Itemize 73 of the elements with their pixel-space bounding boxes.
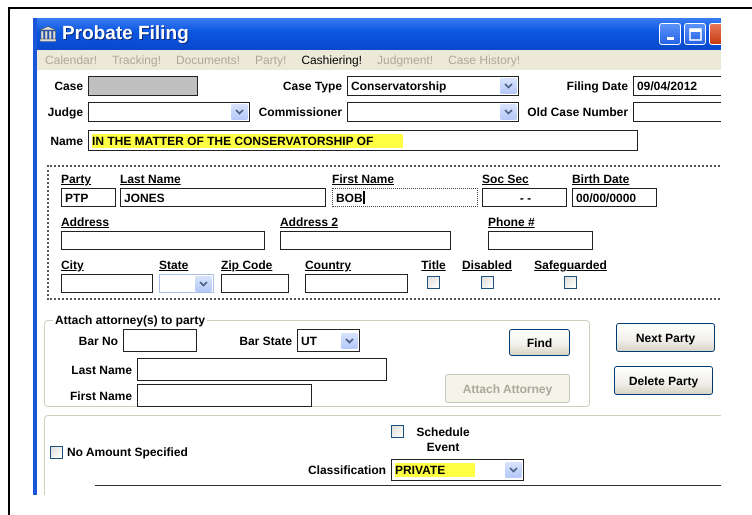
checkbox[interactable]	[50, 446, 63, 458]
text-field[interactable]	[280, 231, 451, 250]
field-label: Filing Date	[566, 79, 629, 93]
checkbox[interactable]	[427, 276, 440, 289]
text-field[interactable]	[137, 384, 312, 407]
column-label: Birth Date	[572, 172, 630, 186]
field-label: Classification	[306, 463, 387, 477]
text-field[interactable]: 09/04/2012	[633, 76, 721, 96]
text-field[interactable]: IN THE MATTER OF THE CONSERVATORSHIP OF	[88, 130, 638, 151]
text-field[interactable]	[61, 274, 153, 293]
text-field[interactable]	[137, 358, 387, 381]
dropdown[interactable]: UT	[297, 329, 360, 352]
dropdown[interactable]: PRIVATE	[391, 459, 524, 481]
column-label: Address	[61, 215, 110, 229]
checkbox-label: No Amount Specified	[67, 445, 188, 459]
field-label: Judge	[46, 105, 84, 119]
maximize-icon	[688, 28, 702, 40]
text-field[interactable]	[488, 231, 593, 250]
chevron-down-icon	[235, 109, 244, 115]
column-label: Safeguarded	[534, 258, 607, 272]
column-label: Phone #	[488, 215, 535, 229]
text-field[interactable]: - -	[482, 188, 567, 207]
dropdown[interactable]	[88, 102, 250, 122]
dropdown[interactable]: Conservatorship	[347, 76, 519, 96]
chevron-down-icon	[509, 467, 518, 473]
column-label: Disabled	[462, 258, 512, 272]
chevron-down-icon	[504, 83, 513, 89]
column-label: City	[61, 258, 84, 272]
maximize-button[interactable]	[684, 23, 706, 45]
text-field[interactable]: BOB	[332, 188, 478, 207]
minimize-button[interactable]	[659, 23, 681, 45]
text-field[interactable]: JONES	[120, 188, 326, 207]
field-label: Commissioner	[258, 105, 343, 119]
minimize-icon	[666, 36, 674, 40]
party-button[interactable]: Next Party	[616, 323, 715, 352]
field-label: Last Name	[70, 362, 133, 376]
pillars-icon	[39, 26, 57, 42]
text-field[interactable]	[221, 274, 289, 293]
field-label: Bar No	[78, 334, 119, 348]
text-field[interactable]: PTP	[61, 188, 116, 207]
column-label: Country	[305, 258, 351, 272]
text-field[interactable]	[61, 231, 265, 250]
column-label: State	[159, 258, 188, 272]
column-label: First Name	[332, 172, 394, 186]
column-label: Soc Sec	[482, 172, 529, 186]
window-title: Probate Filing	[62, 23, 189, 45]
chevron-down-icon	[504, 109, 513, 115]
checkbox[interactable]	[391, 425, 404, 438]
field-label: Case Type	[282, 79, 343, 93]
checkbox[interactable]	[480, 276, 494, 289]
text-field[interactable]	[633, 102, 721, 122]
party-button[interactable]: Delete Party	[614, 366, 713, 395]
text-field[interactable]	[123, 329, 197, 352]
action-button[interactable]: Find	[509, 329, 570, 356]
column-label: Last Name	[120, 172, 181, 186]
field-label: Old Case Number	[526, 105, 629, 119]
dropdown[interactable]	[347, 102, 519, 122]
group-title: Attach attorney(s) to party	[54, 313, 206, 327]
field-label: Bar State	[238, 334, 293, 348]
chevron-down-icon	[345, 338, 354, 344]
text-field[interactable]: 00/00/0000	[572, 188, 657, 207]
field-label: First Name	[68, 388, 133, 402]
field-label: Case	[53, 79, 84, 93]
field-label: Name	[49, 134, 84, 148]
chevron-down-icon	[199, 280, 208, 286]
menu-item[interactable]: Cashiering!	[301, 53, 362, 67]
column-label: Party	[61, 172, 92, 186]
checkbox[interactable]	[564, 276, 577, 289]
column-label: Title	[421, 258, 446, 272]
column-label: Address 2	[280, 215, 338, 229]
text-field[interactable]	[305, 274, 408, 293]
checkbox-label: Schedule Event	[415, 425, 471, 455]
column-label: Zip Code	[221, 258, 272, 272]
